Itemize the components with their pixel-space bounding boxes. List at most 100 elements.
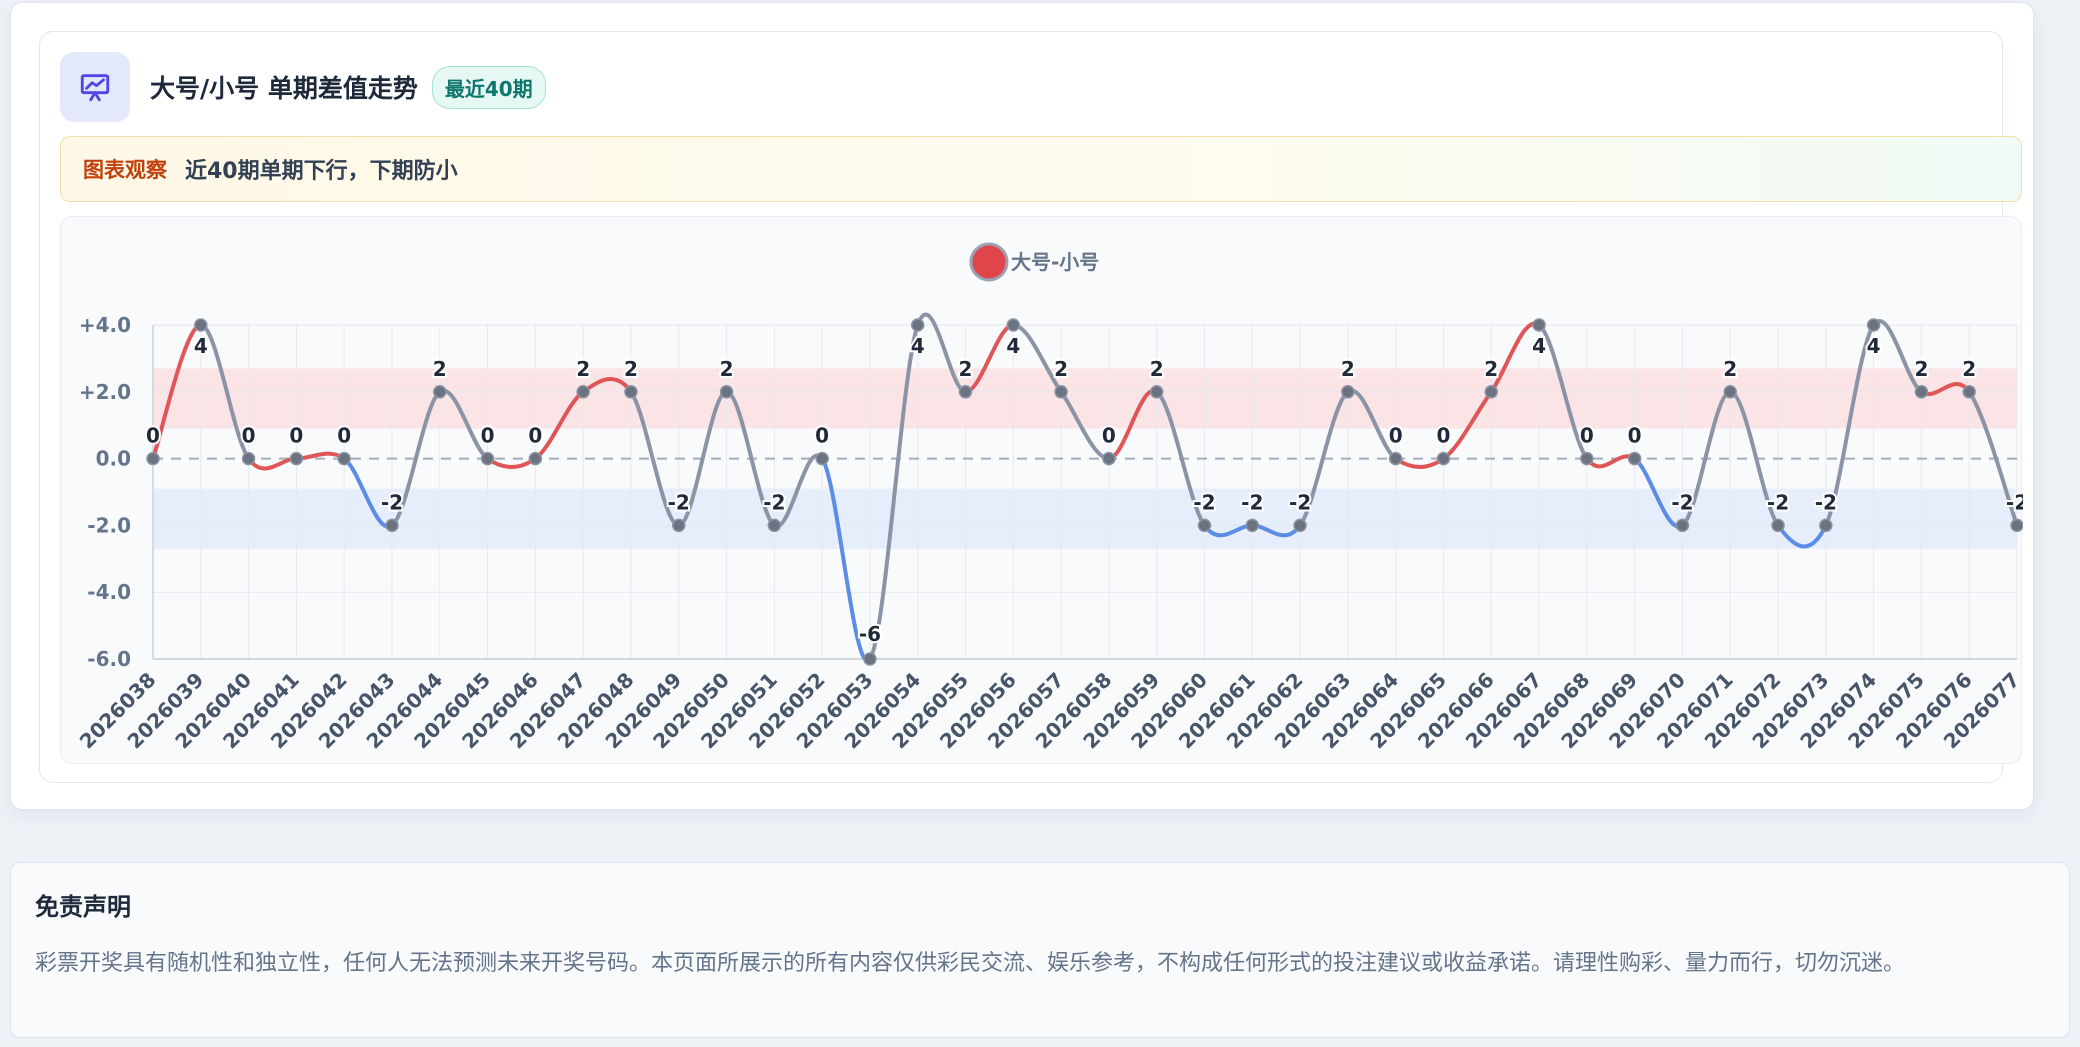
- data-point: [1341, 385, 1355, 399]
- data-label: -6: [859, 622, 881, 646]
- data-point: [194, 318, 208, 332]
- data-point: [767, 518, 782, 533]
- data-label: 0: [1580, 424, 1594, 448]
- data-label: 4: [911, 334, 925, 358]
- data-point: [1675, 518, 1690, 533]
- data-point: [289, 451, 304, 466]
- series-line-segment: [246, 456, 299, 471]
- data-label: 0: [1389, 424, 1403, 448]
- data-point: [910, 318, 925, 332]
- data-point: [1866, 318, 1881, 332]
- data-label: -2: [1289, 490, 1311, 514]
- data-point: [433, 385, 447, 399]
- disclaimer-panel: 免责声明 彩票开奖具有随机性和独立性，任何人无法预测未来开奖号码。本页面所展示的…: [10, 862, 2070, 1038]
- data-point: [1006, 318, 1021, 332]
- data-point: [815, 451, 829, 466]
- data-label: 0: [815, 424, 829, 448]
- data-label: -2: [1815, 490, 1837, 514]
- data-label: -2: [1767, 490, 1789, 514]
- data-label: 4: [1006, 334, 1020, 358]
- data-point: [1102, 451, 1116, 466]
- chart-area: +4.0 +2.0 0.0 -2.0 -4.0 -6.0 0 4 0 0 0 -2 2 0 0 2 2 -2 2 -2…: [60, 216, 2023, 764]
- disclaimer-title: 免责声明: [35, 893, 131, 921]
- band-down: [153, 488, 2017, 549]
- data-label: 2: [433, 357, 447, 381]
- data-label: -2: [2006, 490, 2023, 514]
- disclaimer-text: 彩票开奖具有随机性和独立性，任何人无法预测未来开奖号码。本页面所展示的所有内容仅…: [35, 951, 1906, 976]
- data-label: 2: [1150, 357, 1164, 381]
- data-point: [480, 451, 495, 466]
- data-label: 0: [481, 424, 495, 448]
- data-label: 2: [1054, 357, 1068, 381]
- data-point: [2010, 518, 2023, 533]
- observation-text: 近40期单期下行，下期防小: [185, 159, 458, 184]
- data-point: [1388, 451, 1403, 466]
- data-label: 0: [146, 424, 160, 448]
- data-label: 0: [289, 424, 303, 448]
- line-chart: +4.0 +2.0 0.0 -2.0 -4.0 -6.0 0 4 0 0 0 -2 2 0 0 2 2 -2 2 -2…: [75, 242, 2023, 753]
- data-point: [1723, 385, 1737, 399]
- y-tick-label: -6.0: [87, 647, 131, 671]
- data-point: [1054, 385, 1068, 399]
- data-label: 0: [1437, 424, 1451, 448]
- data-label: 0: [1628, 424, 1642, 448]
- series-line-segment: [485, 456, 538, 469]
- data-label: 2: [624, 357, 638, 381]
- data-point: [863, 652, 877, 666]
- data-label: 4: [1532, 334, 1546, 358]
- data-label: 2: [1484, 357, 1498, 381]
- chart-header: 大号/小号 单期差值走势 最近40期: [60, 52, 546, 122]
- data-point: [337, 451, 351, 466]
- data-point: [958, 385, 973, 399]
- data-point: [528, 451, 543, 466]
- y-tick-label: +4.0: [79, 313, 131, 337]
- data-point: [1962, 385, 1976, 399]
- data-label: -2: [668, 490, 690, 514]
- y-tick-label: -2.0: [87, 513, 131, 537]
- observation-label: 图表观察: [83, 158, 167, 182]
- data-label: -2: [381, 490, 403, 514]
- data-point: [671, 518, 686, 533]
- chart-card: 大号/小号 单期差值走势 最近40期 图表观察 近40期单期下行，下期防小 +4…: [39, 31, 2023, 783]
- data-point: [1436, 451, 1451, 466]
- series-line-segment: [1393, 456, 1446, 469]
- data-label: 2: [1914, 357, 1928, 381]
- data-point: [1197, 518, 1212, 533]
- data-point: [624, 385, 638, 399]
- data-label: 0: [1102, 424, 1116, 448]
- legend-label: 大号-小号: [1011, 250, 1099, 274]
- chart-observation: 图表观察 近40期单期下行，下期防小: [60, 136, 2022, 202]
- data-label: -2: [763, 490, 785, 514]
- data-label: -2: [1241, 490, 1263, 514]
- y-tick-label: -4.0: [87, 580, 131, 604]
- data-label: 0: [337, 424, 351, 448]
- y-tick-label: 0.0: [96, 447, 131, 471]
- data-point: [1484, 385, 1499, 399]
- chart-panel: 大号/小号 单期差值走势 最近40期 图表观察 近40期单期下行，下期防小 +4…: [10, 2, 2034, 810]
- y-tick-label: +2.0: [79, 380, 131, 404]
- data-label: -2: [1671, 490, 1693, 514]
- data-label: 2: [1962, 357, 1976, 381]
- data-label: 4: [1867, 334, 1881, 358]
- legend: 大号-小号: [969, 242, 1099, 282]
- legend-marker: [969, 242, 1009, 282]
- data-point: [1819, 518, 1833, 533]
- data-point: [719, 385, 734, 399]
- data-label: -2: [1193, 490, 1215, 514]
- data-point: [1627, 451, 1642, 466]
- data-label: 0: [528, 424, 542, 448]
- data-point: [241, 451, 256, 466]
- data-label: 2: [959, 357, 973, 381]
- data-point: [385, 518, 399, 533]
- data-label: 0: [242, 424, 256, 448]
- chart-title: 大号/小号 单期差值走势: [150, 74, 418, 103]
- data-label: 2: [1341, 357, 1355, 381]
- data-label: 2: [720, 357, 734, 381]
- data-label: 2: [576, 357, 590, 381]
- data-point: [1293, 518, 1307, 533]
- data-label: 4: [194, 334, 208, 358]
- data-point: [1771, 518, 1785, 533]
- data-point: [1532, 318, 1546, 332]
- period-badge: 最近40期: [431, 65, 546, 109]
- presentation-chart-icon: [60, 52, 130, 122]
